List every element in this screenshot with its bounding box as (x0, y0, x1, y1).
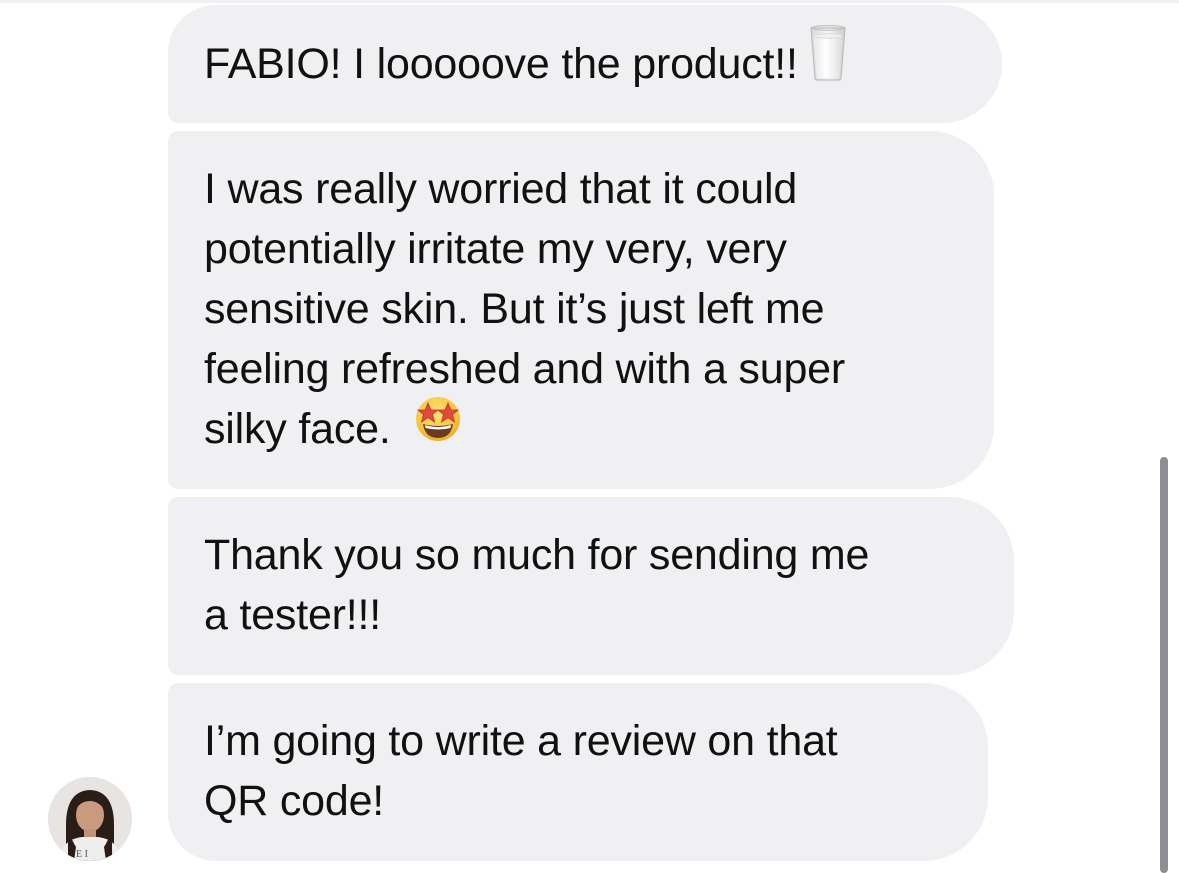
message-bubble-1[interactable]: FABIO! I looooove the product!! (168, 5, 1002, 123)
message-bubble-3[interactable]: Thank you so much for sending me a teste… (168, 497, 1014, 675)
message-text-3: Thank you so much for sending me a teste… (204, 531, 870, 639)
sender-avatar[interactable]: E I (48, 777, 132, 861)
glass-of-milk-icon (808, 24, 848, 98)
message-text-1: FABIO! I looooove the product!! (204, 40, 798, 88)
message-thread[interactable]: FABIO! I looooove the product!! I was re… (0, 0, 1179, 873)
scrollbar[interactable] (1160, 457, 1168, 873)
message-bubble-4[interactable]: I’m going to write a review on that QR c… (168, 683, 988, 861)
message-text-4: I’m going to write a review on that QR c… (204, 717, 838, 825)
star-struck-face-icon (409, 395, 467, 459)
message-text-2: I was really worried that it could poten… (204, 165, 845, 453)
message-bubble-2[interactable]: I was really worried that it could poten… (168, 131, 994, 489)
svg-text:E I: E I (76, 849, 88, 860)
